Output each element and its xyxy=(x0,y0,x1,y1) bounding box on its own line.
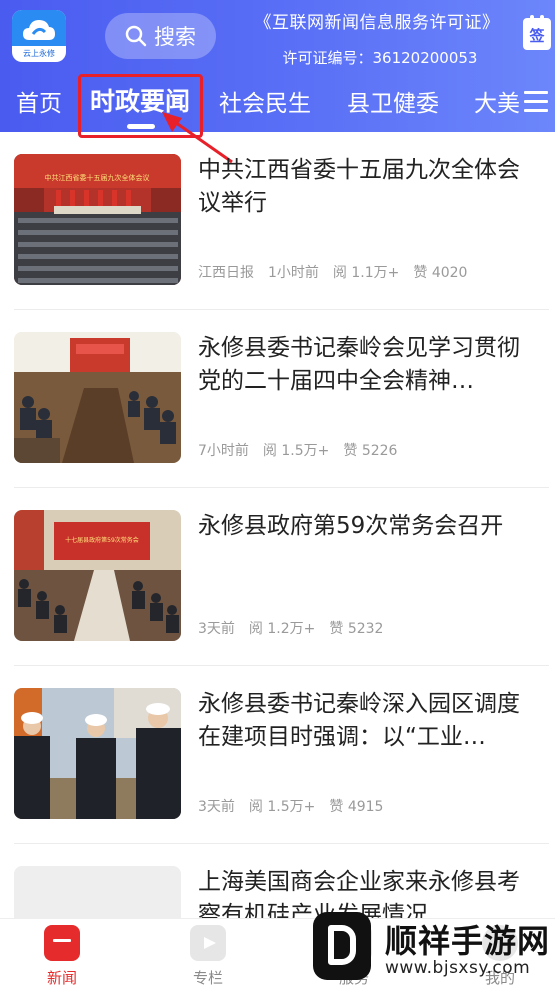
site-watermark: 顺祥手游网 www.bjsxsy.com xyxy=(305,908,555,986)
news-meta: 3天前 阅 1.5万+ 赞 4915 xyxy=(198,796,383,816)
news-item[interactable]: 永修县委书记秦岭会见学习贯彻党的二十届四中全会精神… 7小时前 阅 1.5万+ … xyxy=(0,310,555,488)
news-reads: 阅 1.1万+ xyxy=(332,265,400,281)
nav-column-label: 专栏 xyxy=(192,969,223,986)
news-thumbnail: 中共江西省委十五届九次全体会议 xyxy=(14,154,181,285)
svg-text:中共江西省委十五届九次全体会议: 中共江西省委十五届九次全体会议 xyxy=(45,173,150,182)
news-thumbnail xyxy=(14,332,181,463)
calendar-sign-icon: 签 xyxy=(529,27,545,45)
tab-home[interactable]: 首页 xyxy=(16,84,62,118)
news-item[interactable]: 中共江西省委十五届九次全体会议 中共江西省委十五届九次全体会议举行 江西日报 1… xyxy=(0,132,555,310)
nav-news[interactable]: 新闻 xyxy=(22,919,102,986)
search-label: 搜索 xyxy=(154,25,196,49)
tab-health-committee[interactable]: 县卫健委 xyxy=(347,84,439,118)
news-title[interactable]: 永修县政府第59次常务会召开 xyxy=(198,510,542,543)
app-logo[interactable]: 云上永修 xyxy=(12,10,66,62)
news-meta: 3天前 阅 1.2万+ 赞 5232 xyxy=(198,618,383,638)
license-number: 许可证编号：36120200053 xyxy=(282,49,478,67)
news-reads: 阅 1.2万+ xyxy=(248,621,316,637)
watermark-title: 顺祥手游网 xyxy=(385,922,551,960)
news-likes: 赞 5232 xyxy=(329,621,384,637)
news-time: 7小时前 xyxy=(198,443,249,459)
news-reads: 阅 1.5万+ xyxy=(262,443,330,459)
nav-column[interactable]: 专栏 xyxy=(168,919,248,986)
news-source: 江西日报 xyxy=(198,265,254,281)
news-meta: 7小时前 阅 1.5万+ 赞 5226 xyxy=(198,440,397,460)
nav-news-label: 新闻 xyxy=(46,969,77,986)
news-time: 3天前 xyxy=(198,799,235,815)
news-likes: 赞 4915 xyxy=(329,799,384,815)
license-title[interactable]: 《互联网新闻信息服务许可证》 xyxy=(232,8,522,33)
news-meta: 江西日报 1小时前 阅 1.1万+ 赞 4020 xyxy=(198,262,467,282)
news-icon xyxy=(44,925,80,961)
news-thumbnail: 十七届县政府第59次常务会 xyxy=(14,510,181,641)
news-title[interactable]: 中共江西省委十五届九次全体会议举行 xyxy=(198,154,542,220)
news-item[interactable]: 十七届县政府第59次常务会 永修县政府第59次常务会召开 3天前 阅 1.2万+… xyxy=(0,488,555,666)
news-title[interactable]: 永修县委书记秦岭会见学习贯彻党的二十届四中全会精神… xyxy=(198,332,542,398)
svg-text:十七届县政府第59次常务会: 十七届县政府第59次常务会 xyxy=(65,536,139,544)
search-icon xyxy=(125,25,147,47)
news-reads: 阅 1.5万+ xyxy=(248,799,316,815)
watermark-url: www.bjsxsy.com xyxy=(385,958,531,978)
watermark-logo-icon xyxy=(313,912,371,980)
news-item[interactable]: 永修县委书记秦岭深入园区调度在建项目时强调：以“工业… 3天前 阅 1.5万+ … xyxy=(0,666,555,844)
news-thumbnail xyxy=(14,688,181,819)
news-title[interactable]: 永修县委书记秦岭深入园区调度在建项目时强调：以“工业… xyxy=(198,688,542,754)
logo-text: 云上永修 xyxy=(23,49,55,58)
news-likes: 赞 5226 xyxy=(343,443,398,459)
cloud-logo-icon xyxy=(23,20,55,40)
search-button[interactable]: 搜索 xyxy=(105,13,216,59)
channel-menu-icon[interactable] xyxy=(524,91,548,113)
news-time: 1小时前 xyxy=(268,265,319,281)
news-likes: 赞 4020 xyxy=(413,265,468,281)
news-time: 3天前 xyxy=(198,621,235,637)
tab-beautiful[interactable]: 大美 xyxy=(474,84,520,118)
sign-in-button[interactable]: 签 xyxy=(523,15,551,50)
column-icon xyxy=(190,925,226,961)
